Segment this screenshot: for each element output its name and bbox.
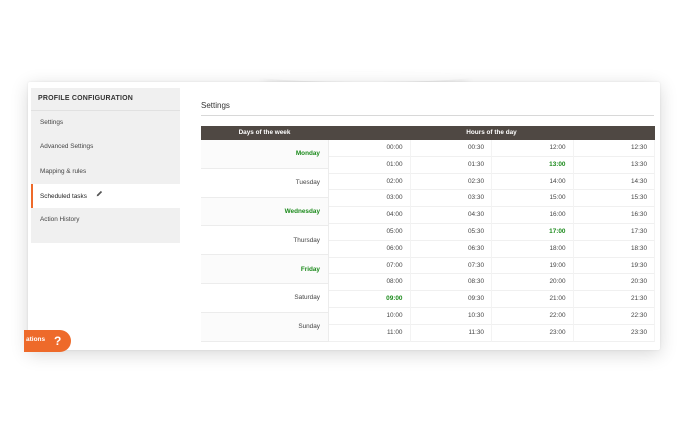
hour-cell-1000[interactable]: 10:00 [329,307,411,325]
day-cell-tuesday[interactable]: Tuesday [201,169,328,198]
sidebar-item-advanced-settings[interactable]: Advanced Settings [31,135,180,159]
hour-cell-0530[interactable]: 05:30 [410,223,492,241]
sidebar-item-action-history[interactable]: Action History [31,208,180,232]
hour-cell-1200[interactable]: 12:00 [492,140,574,157]
question-icon: ? [54,334,62,348]
hour-cell-2200[interactable]: 22:00 [492,307,574,325]
hour-cell-0300[interactable]: 03:00 [329,190,411,208]
hour-cell-0830[interactable]: 08:30 [410,274,492,292]
day-cell-monday[interactable]: Monday [201,140,328,169]
schedule-table: Days of the week Hours of the day Monday… [201,126,655,350]
hour-cell-1330[interactable]: 13:30 [573,156,655,174]
hour-cell-2100[interactable]: 21:00 [492,291,574,308]
pencil-icon[interactable] [96,184,103,208]
hour-cell-1400[interactable]: 14:00 [492,173,574,191]
day-cell-thursday[interactable]: Thursday [201,226,328,256]
hour-cell-0630[interactable]: 06:30 [410,240,492,258]
page-title: Settings [201,101,230,110]
hour-cell-0730[interactable]: 07:30 [410,257,492,275]
hour-cell-0400[interactable]: 04:00 [329,207,411,224]
sidebar-item-label: Scheduled tasks [40,192,87,200]
hour-cell-2030[interactable]: 20:30 [573,274,655,292]
hour-cell-1700[interactable]: 17:00 [492,223,574,241]
hour-cell-0430[interactable]: 04:30 [410,207,492,224]
hour-cell-2130[interactable]: 21:30 [573,291,655,308]
hour-cell-0100[interactable]: 01:00 [329,156,411,174]
hour-cell-1800[interactable]: 18:00 [492,240,574,258]
hour-cell-1930[interactable]: 19:30 [573,257,655,275]
hour-cell-0030[interactable]: 00:30 [410,140,492,157]
help-button[interactable]: ations ? [24,330,71,352]
hour-cell-1600[interactable]: 16:00 [492,207,574,224]
hour-cell-0900[interactable]: 09:00 [329,291,411,308]
sidebar-item-scheduled-tasks[interactable]: Scheduled tasks [31,183,180,209]
profile-configuration-card: PROFILE CONFIGURATION Settings Advanced … [28,82,660,350]
days-column: Monday Tuesday Wednesday Thursday Friday Satu… [201,140,328,342]
hour-cell-2230[interactable]: 22:30 [573,307,655,325]
sidebar-title: PROFILE CONFIGURATION [31,88,180,111]
hour-cell-0930[interactable]: 09:30 [410,291,492,308]
hour-cell-0800[interactable]: 08:00 [329,274,411,292]
hour-cell-0500[interactable]: 05:00 [329,223,411,241]
title-divider [201,115,654,116]
hour-cell-0230[interactable]: 02:30 [410,173,492,191]
hour-cell-0200[interactable]: 02:00 [329,173,411,191]
day-cell-friday[interactable]: Friday [201,255,328,284]
hour-cell-1500[interactable]: 15:00 [492,190,574,208]
hour-cell-1030[interactable]: 10:30 [410,307,492,325]
hour-cell-0130[interactable]: 01:30 [410,156,492,174]
hour-cell-1630[interactable]: 16:30 [573,207,655,224]
hour-cell-1230[interactable]: 12:30 [573,140,655,157]
hour-cell-1900[interactable]: 19:00 [492,257,574,275]
sidebar-item-settings[interactable]: Settings [31,111,180,135]
sidebar-item-mapping-rules[interactable]: Mapping & rules [31,160,180,184]
help-label: ations [26,336,46,343]
hour-cell-2300[interactable]: 23:00 [492,324,574,342]
hour-cell-1100[interactable]: 11:00 [329,324,411,342]
hour-cell-1300[interactable]: 13:00 [492,156,574,174]
hour-cell-0000[interactable]: 00:00 [329,140,411,157]
day-cell-sunday[interactable]: Sunday [201,312,328,342]
days-of-week-header: Days of the week [238,129,291,136]
hour-cell-0330[interactable]: 03:30 [410,190,492,208]
hours-grid: 00:00 00:30 12:00 12:30 01:00 01:30 13:00 13:30… [328,140,655,342]
hour-cell-1530[interactable]: 15:30 [573,190,655,208]
hour-cell-1830[interactable]: 18:30 [573,240,655,258]
hour-cell-2000[interactable]: 20:00 [492,274,574,292]
hour-cell-2330[interactable]: 23:30 [573,324,655,342]
day-cell-wednesday[interactable]: Wednesday [201,197,328,227]
hours-of-day-header: Hours of the day [466,129,517,136]
hour-cell-1130[interactable]: 11:30 [410,324,492,342]
schedule-header: Days of the week Hours of the day [201,126,655,140]
sidebar: PROFILE CONFIGURATION Settings Advanced … [31,88,180,243]
hour-cell-1430[interactable]: 14:30 [573,173,655,191]
day-cell-saturday[interactable]: Saturday [201,284,328,313]
hour-cell-0700[interactable]: 07:00 [329,257,411,275]
card-top-shadow [262,72,470,82]
hour-cell-0600[interactable]: 06:00 [329,240,411,258]
hour-cell-1730[interactable]: 17:30 [573,223,655,241]
